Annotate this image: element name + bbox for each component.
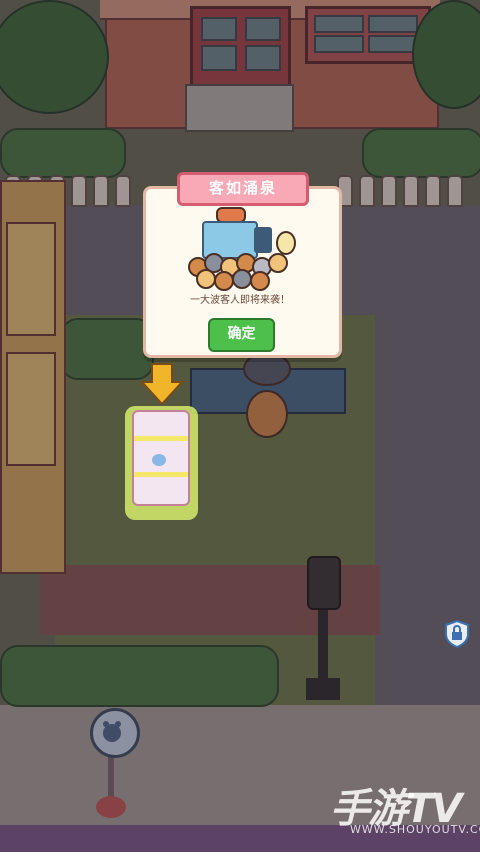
lamp-post xyxy=(318,600,328,690)
lock-icon[interactable] xyxy=(444,620,470,648)
paw-sign-icon xyxy=(90,708,140,758)
dialog-message: 一大波客人即将来袭！ xyxy=(190,295,290,306)
dialog-title: 客如涌泉 xyxy=(177,172,309,206)
sign-base xyxy=(96,796,126,818)
hedge-top-left xyxy=(0,128,126,178)
confirm-button[interactable]: 确定 xyxy=(208,318,275,352)
lamp-base xyxy=(306,678,340,700)
side-building xyxy=(0,180,66,574)
hedge-bottom xyxy=(0,645,279,707)
cat-bed[interactable] xyxy=(132,410,190,506)
tree-left xyxy=(0,0,109,114)
arrow-down-icon xyxy=(140,363,184,406)
hedge-top-right xyxy=(362,128,480,178)
cat-character[interactable] xyxy=(246,390,288,438)
watermark-url: WWW.SHOUYOUTV.COM xyxy=(350,823,480,836)
crowd-illustration xyxy=(186,205,298,293)
house-steps xyxy=(185,84,294,132)
road-right xyxy=(375,315,480,715)
lamp-head xyxy=(307,556,341,610)
